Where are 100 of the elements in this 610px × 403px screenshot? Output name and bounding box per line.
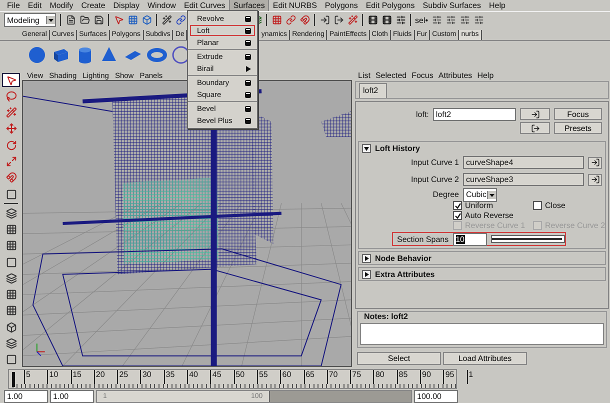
checkbox[interactable] (533, 201, 542, 210)
node-tab[interactable]: loft2 (359, 83, 388, 98)
text-button[interactable]: Focus (554, 108, 602, 120)
magnet-icon (6, 172, 16, 184)
section-title: Extra Attributes (375, 270, 435, 278)
menu-item[interactable]: Polygons (320, 0, 362, 12)
link-icon[interactable] (286, 15, 296, 25)
frame-number: 10 (47, 370, 71, 384)
degree-dropdown[interactable]: Cubic (463, 188, 497, 202)
notes-field[interactable] (360, 323, 604, 345)
grid-icon (6, 305, 16, 316)
menu-item[interactable]: Focus (412, 71, 434, 80)
text-button[interactable]: Select (357, 352, 441, 365)
field-label: Input Curve 1 (410, 158, 459, 167)
expand-arrow-icon[interactable] (362, 254, 371, 262)
start-time-field[interactable]: 1.00 (4, 390, 48, 402)
menu-item[interactable]: List (358, 71, 370, 80)
folder-icon[interactable] (80, 15, 90, 25)
menu-item[interactable]: Edit Polygons (362, 0, 419, 12)
playback-end-field[interactable]: 100.00 (414, 390, 458, 402)
wand-icon[interactable] (348, 15, 358, 25)
menu-item[interactable]: Help (485, 0, 510, 12)
output-icon[interactable] (334, 15, 344, 25)
checkbox[interactable] (453, 201, 462, 210)
menu-item[interactable]: Modify (46, 0, 78, 12)
output-icon (530, 124, 540, 132)
menu-item[interactable]: Window (144, 0, 180, 12)
curve-field[interactable]: curveShape4 (463, 156, 584, 169)
menu-item[interactable]: File (3, 0, 24, 12)
input-icon (590, 175, 600, 184)
layers-icon (6, 272, 16, 284)
node-name-field[interactable]: loft2 (432, 108, 516, 121)
save-icon[interactable] (94, 15, 104, 25)
rotate-icon (6, 140, 16, 151)
link-icon[interactable] (176, 15, 186, 25)
input-icon[interactable] (320, 15, 330, 25)
menu-item[interactable]: Edit Curves (180, 0, 230, 12)
frame-number: 40 (187, 370, 210, 384)
checkbox[interactable] (453, 211, 462, 220)
field-label: Input Curve 2 (410, 175, 459, 184)
sliders-icon[interactable] (396, 15, 406, 25)
checkbox-label: Uniform (465, 201, 494, 210)
grid-icon (6, 224, 16, 236)
sliders-icon[interactable] (446, 15, 456, 25)
magnet-icon[interactable] (300, 15, 310, 25)
option-box-icon (245, 80, 251, 86)
input-connection-button[interactable] (588, 174, 602, 186)
film-icon[interactable] (368, 15, 378, 25)
curve-field[interactable]: curveShape3 (463, 173, 584, 186)
option-box-icon (245, 16, 251, 22)
film-icon[interactable] (382, 15, 392, 25)
menu-item[interactable]: Edit NURBS (268, 0, 321, 12)
checkbox-label: Close (545, 201, 566, 210)
menu-item[interactable]: Create (77, 0, 110, 12)
lasso-icon (6, 90, 16, 102)
sliders-icon[interactable] (460, 15, 470, 25)
axis-icon (36, 344, 45, 356)
input-connection-button[interactable] (588, 156, 602, 168)
pointer-icon[interactable] (114, 15, 124, 25)
move-icon (6, 123, 16, 134)
menu-item[interactable]: Edit (24, 0, 46, 12)
grid-icon[interactable] (128, 15, 138, 25)
frame-number: 95 (443, 370, 467, 384)
playback-start-field[interactable]: 1.00 (50, 390, 94, 402)
field-label: loft: (416, 110, 429, 119)
text-button[interactable]: Load Attributes (443, 352, 527, 365)
text-button[interactable]: Presets (554, 122, 602, 134)
expand-arrow-icon[interactable] (362, 270, 371, 278)
frame-number: 90 (420, 370, 444, 384)
select-arrow-icon (6, 74, 16, 86)
spans-field[interactable]: 10 (452, 232, 487, 246)
field-label: Degree (432, 190, 459, 199)
option-box-icon (245, 54, 251, 60)
cube-icon[interactable] (142, 15, 152, 25)
spans-slider[interactable] (490, 235, 565, 243)
grid-icon (6, 289, 16, 300)
input-connection-button[interactable] (520, 108, 550, 120)
sliders-icon[interactable] (432, 15, 442, 25)
menu-item[interactable]: Help (477, 71, 494, 80)
document-icon[interactable] (66, 15, 76, 25)
grid-icon[interactable] (272, 15, 282, 25)
frame-number: 15 (70, 370, 94, 384)
menu-item[interactable]: Display (109, 0, 144, 12)
caret-icon (487, 190, 496, 198)
expand-arrow-icon[interactable] (362, 144, 371, 152)
tool-button[interactable] (2, 73, 20, 88)
frame-number: 60 (280, 370, 304, 384)
sliders-icon[interactable] (474, 15, 484, 25)
submenu-arrow-icon (246, 66, 251, 72)
mode-dropdown[interactable]: Modeling (4, 13, 56, 27)
option-box-icon (245, 40, 251, 46)
frame-number: 80 (373, 370, 397, 384)
menu-item[interactable]: Selected (375, 71, 407, 80)
output-connection-button[interactable] (520, 122, 550, 134)
menu-item[interactable]: Attributes (438, 71, 472, 80)
cube-icon (6, 322, 16, 333)
menu-item[interactable]: Subdiv Surfaces (418, 0, 486, 12)
layers-icon (6, 208, 16, 219)
wand-icon[interactable] (162, 15, 172, 25)
scale-icon (6, 156, 16, 168)
